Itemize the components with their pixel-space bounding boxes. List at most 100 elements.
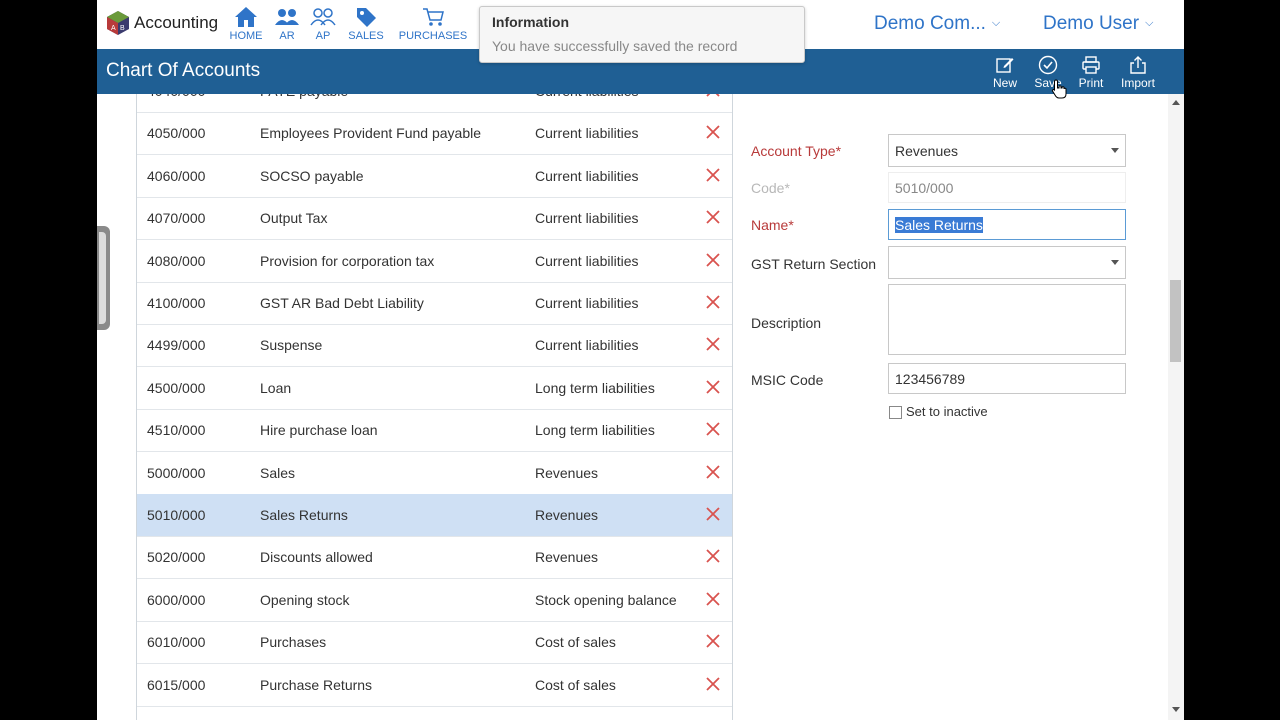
scrollbar-thumb[interactable] bbox=[1170, 280, 1181, 362]
nav-purchases[interactable]: PURCHASES bbox=[396, 6, 470, 46]
account-form: Account Type* Revenues Code* 5010/000 Na… bbox=[732, 94, 1149, 720]
gst-return-section-select[interactable] bbox=[888, 246, 1126, 279]
company-menu[interactable]: Demo Com... ⌵ bbox=[874, 13, 1000, 35]
name-field[interactable]: Sales Returns bbox=[888, 209, 1126, 240]
users-outline-icon bbox=[310, 8, 336, 26]
account-type: Revenues bbox=[535, 464, 599, 481]
account-type-value: Revenues bbox=[895, 143, 959, 159]
users-icon bbox=[275, 9, 299, 25]
account-code: 4050/000 bbox=[147, 125, 206, 142]
account-row[interactable]: 4100/000 GST AR Bad Debt Liability Current… bbox=[137, 282, 732, 325]
delete-icon[interactable] bbox=[706, 295, 720, 309]
delete-icon[interactable] bbox=[706, 210, 720, 224]
account-code: 4510/000 bbox=[147, 422, 206, 439]
account-row[interactable]: 6015/000 Purchase Returns Cost of sales bbox=[137, 664, 732, 707]
account-name: Purchases bbox=[260, 634, 327, 651]
account-row[interactable]: 4510/000 Hire purchase loan Long term liab… bbox=[137, 409, 732, 453]
user-menu[interactable]: Demo User ⌵ bbox=[1043, 13, 1153, 35]
printer-icon bbox=[1082, 56, 1100, 74]
account-type: Cost of sales bbox=[535, 634, 616, 651]
nav-home[interactable]: HOME bbox=[227, 6, 265, 46]
account-row[interactable]: 6000/000 Opening stock Stock opening balan… bbox=[137, 579, 732, 622]
code-field: 5010/000 bbox=[888, 172, 1126, 203]
account-type: Long term liabilities bbox=[535, 379, 655, 396]
account-name: Purchase Returns bbox=[260, 676, 373, 693]
msic-code-field[interactable]: 123456789 bbox=[888, 363, 1126, 394]
nav-sales-label: SALES bbox=[348, 30, 384, 42]
account-code: 6010/000 bbox=[147, 634, 206, 651]
account-name: Output Tax bbox=[260, 210, 328, 227]
account-type-select[interactable]: Revenues bbox=[888, 134, 1126, 167]
description-textarea[interactable] bbox=[888, 284, 1126, 355]
svg-text:A: A bbox=[111, 25, 116, 32]
side-panel-handle-inner bbox=[99, 232, 106, 324]
account-row[interactable]: 4050/000 Employees Provident Fund payable… bbox=[137, 112, 732, 156]
gst-return-section-label: GST Return Section bbox=[751, 256, 877, 272]
account-name: Suspense bbox=[260, 337, 323, 354]
company-menu-label: Demo Com... bbox=[874, 13, 986, 34]
account-code: 4040/000 bbox=[147, 94, 205, 99]
account-code: 6015/000 bbox=[147, 676, 206, 693]
delete-icon[interactable] bbox=[706, 337, 720, 352]
account-code: 4499/000 bbox=[147, 337, 206, 354]
account-code: 4070/000 bbox=[147, 210, 206, 227]
account-row[interactable]: 4040/000 PAYE payable Current liabilities bbox=[137, 94, 732, 113]
home-icon bbox=[235, 7, 257, 27]
delete-icon[interactable] bbox=[706, 125, 720, 140]
delete-icon[interactable] bbox=[706, 464, 720, 479]
inactive-checkbox[interactable] bbox=[889, 406, 902, 419]
print-button-label: Print bbox=[1078, 76, 1104, 90]
code-value: 5010/000 bbox=[895, 180, 954, 196]
delete-icon[interactable] bbox=[706, 592, 720, 606]
account-row[interactable]: 5010/000 Sales Returns Revenues bbox=[137, 494, 732, 537]
description-label: Description bbox=[751, 315, 822, 331]
scroll-down-arrow-icon[interactable] bbox=[1172, 707, 1180, 712]
account-name: GST AR Bad Debt Liability bbox=[260, 295, 424, 311]
brand[interactable]: A B Accounting bbox=[105, 9, 218, 37]
delete-icon[interactable] bbox=[706, 676, 720, 691]
account-name: Sales bbox=[260, 464, 296, 481]
dropdown-arrow-icon bbox=[1111, 148, 1119, 153]
print-button[interactable]: Print bbox=[1076, 55, 1106, 90]
account-row[interactable]: 4499/000 Suspense Current liabilities bbox=[137, 324, 732, 368]
account-type: Current liabilities bbox=[535, 295, 639, 311]
scroll-up-arrow-icon[interactable] bbox=[1172, 100, 1180, 105]
nav-ap[interactable]: AP bbox=[309, 6, 337, 46]
vertical-scrollbar[interactable] bbox=[1168, 94, 1184, 720]
chevron-down-icon: ⌵ bbox=[1145, 17, 1154, 29]
account-code: 4080/000 bbox=[147, 252, 206, 269]
delete-icon[interactable] bbox=[706, 507, 720, 521]
nav-sales[interactable]: SALES bbox=[347, 6, 385, 46]
account-row[interactable]: 4500/000 Loan Long term liabilities bbox=[137, 367, 732, 410]
import-button[interactable]: Import bbox=[1119, 55, 1157, 90]
account-row[interactable]: 5000/000 Sales Revenues bbox=[137, 452, 732, 495]
account-row[interactable]: 4070/000 Output Tax Current liabilities bbox=[137, 197, 732, 241]
nav-ar[interactable]: AR bbox=[273, 6, 301, 46]
info-toast: Information You have successfully saved … bbox=[479, 6, 805, 63]
account-type: Current liabilities bbox=[535, 210, 639, 227]
delete-icon[interactable] bbox=[706, 94, 720, 97]
account-name: Opening stock bbox=[260, 591, 350, 608]
account-row[interactable]: 4060/000 SOCSO payable Current liabilities bbox=[137, 155, 732, 198]
delete-icon[interactable] bbox=[706, 422, 720, 436]
user-menu-label: Demo User bbox=[1043, 13, 1140, 34]
delete-icon[interactable] bbox=[706, 634, 720, 648]
account-name: Loan bbox=[260, 379, 292, 396]
delete-icon[interactable] bbox=[706, 252, 720, 267]
name-value: Sales Returns bbox=[895, 217, 983, 233]
account-name: PAYE payable bbox=[260, 94, 348, 99]
account-type: Current liabilities bbox=[535, 337, 639, 354]
new-button[interactable]: New bbox=[990, 55, 1020, 90]
account-row[interactable]: 5020/000 Discounts allowed Revenues bbox=[137, 536, 732, 580]
delete-icon[interactable] bbox=[706, 549, 720, 564]
delete-icon[interactable] bbox=[706, 380, 720, 394]
account-name: Provision for corporation tax bbox=[260, 252, 435, 269]
account-type: Current liabilities bbox=[535, 167, 639, 184]
brand-name: Accounting bbox=[134, 13, 219, 32]
account-row[interactable]: 4080/000 Provision for corporation tax Cur… bbox=[137, 240, 732, 283]
chevron-down-icon: ⌵ bbox=[991, 17, 1001, 29]
delete-icon[interactable] bbox=[706, 168, 720, 182]
account-type: Stock opening balance bbox=[535, 591, 677, 608]
account-type: Current liabilities bbox=[535, 125, 639, 142]
account-row[interactable]: 6010/000 Purchases Cost of sales bbox=[137, 621, 732, 665]
